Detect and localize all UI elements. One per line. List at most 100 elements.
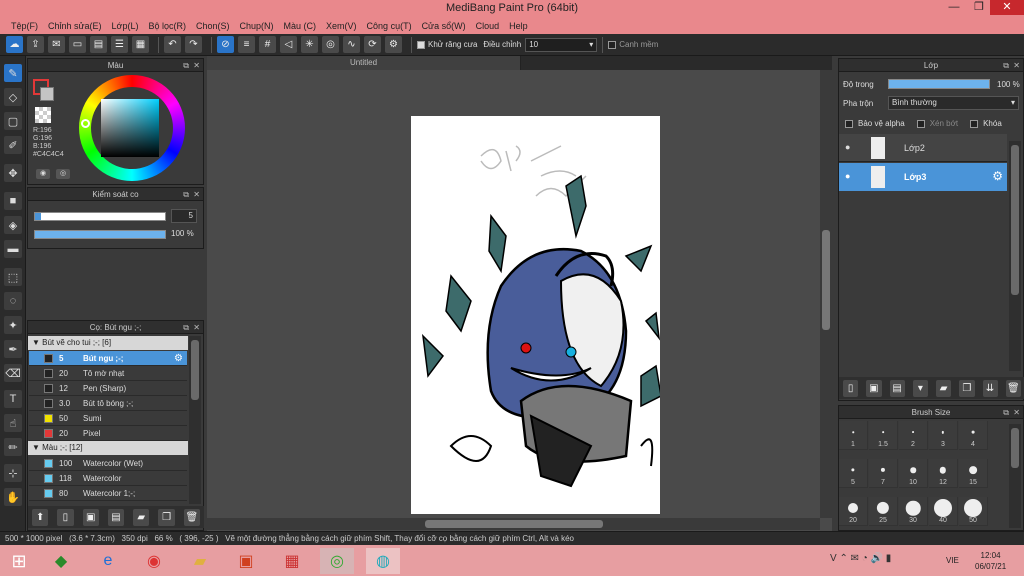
brush-item[interactable]: 118 Watercolor bbox=[29, 471, 187, 486]
comment-icon[interactable]: ✉ bbox=[48, 36, 65, 53]
menu-help[interactable]: Help bbox=[504, 21, 533, 31]
brush-size-preset[interactable]: 4 bbox=[959, 421, 988, 450]
brush-group-header[interactable]: ▼ Màu ;-; [12] bbox=[28, 441, 188, 455]
brush-item[interactable]: 5 Bút ngu ;-; ⚙ bbox=[29, 351, 187, 366]
cloud-icon[interactable]: ☁ bbox=[6, 36, 23, 53]
canvas-vertical-scrollbar[interactable] bbox=[820, 70, 832, 518]
hand-tool-icon[interactable]: ✋ bbox=[4, 488, 22, 506]
popout-icon[interactable]: ⧉ bbox=[1003, 59, 1009, 72]
menu-file[interactable]: Tệp(F) bbox=[6, 21, 43, 31]
circle-snap-icon[interactable]: ◎ bbox=[322, 36, 339, 53]
folder-icon[interactable]: ▰ bbox=[936, 379, 952, 397]
brush-size-preset[interactable]: 15 bbox=[959, 459, 988, 488]
brush-item[interactable]: 80 Watercolor 1;-; bbox=[29, 486, 187, 501]
text-tool-icon[interactable]: T bbox=[4, 390, 22, 408]
close-icon[interactable]: ✕ bbox=[1013, 59, 1020, 72]
medibang-icon[interactable]: ◍ bbox=[366, 548, 400, 574]
brush-size-value[interactable]: 5 bbox=[171, 209, 197, 223]
magic-wand-icon[interactable]: ✦ bbox=[4, 316, 22, 334]
pen-tool-icon[interactable]: ✐ bbox=[4, 136, 22, 154]
internet-explorer-icon[interactable]: e bbox=[91, 548, 125, 574]
canvas-horizontal-scrollbar[interactable] bbox=[207, 518, 820, 530]
color-wheel-icon[interactable]: ◉ bbox=[36, 169, 50, 179]
eye-icon[interactable]: ● bbox=[845, 142, 850, 152]
brush-size-preset[interactable]: 30 bbox=[899, 497, 928, 526]
menu-view[interactable]: Xem(V) bbox=[321, 21, 362, 31]
popout-icon[interactable]: ⧉ bbox=[183, 321, 189, 334]
bluestacks-icon[interactable]: ◆ bbox=[44, 548, 78, 574]
correction-select[interactable]: 10 ▾ bbox=[525, 37, 598, 52]
trash-icon[interactable]: 🗑 bbox=[183, 508, 200, 526]
brush-settings-icon[interactable]: ▤ bbox=[107, 508, 125, 526]
color-slider-icon[interactable]: ◎ bbox=[56, 169, 70, 179]
menu-tools[interactable]: Công cụ(T) bbox=[362, 21, 417, 31]
select-eraser-icon[interactable]: ⌫ bbox=[4, 364, 22, 382]
brush-size-preset[interactable]: 50 bbox=[959, 497, 988, 526]
popout-icon[interactable]: ⧉ bbox=[183, 188, 189, 201]
brush-item[interactable]: 3.0 Bút tô bóng ;-; bbox=[29, 396, 187, 411]
grid-snap-icon[interactable]: # bbox=[259, 36, 276, 53]
gear-icon[interactable]: ⚙ bbox=[992, 169, 1003, 183]
brush-item[interactable]: 50 Sumi bbox=[29, 411, 187, 426]
brush-size-preset[interactable]: 12 bbox=[929, 459, 958, 488]
document-tab[interactable]: Untitled bbox=[207, 56, 521, 70]
rotate-snap-icon[interactable]: ⟳ bbox=[364, 36, 381, 53]
chat-icon[interactable]: ▭ bbox=[69, 36, 86, 53]
add-layer-menu-icon[interactable]: ▾ bbox=[912, 379, 928, 397]
brush-opacity-slider[interactable] bbox=[34, 230, 166, 239]
add-brush-icon[interactable]: ▣ bbox=[82, 508, 99, 526]
brush-item[interactable]: 12 Pen (Sharp) bbox=[29, 381, 187, 396]
new-8bit-layer-icon[interactable]: ▤ bbox=[889, 379, 905, 397]
powerpoint-icon[interactable]: ▣ bbox=[229, 548, 263, 574]
clock[interactable]: 12:04 06/07/21 bbox=[975, 550, 1006, 572]
undo-icon[interactable]: ↶ bbox=[164, 36, 181, 53]
antialias-checkbox[interactable] bbox=[417, 40, 425, 49]
menu-edit[interactable]: Chỉnh sửa(E) bbox=[43, 21, 107, 31]
fill-rect-tool-icon[interactable]: ■ bbox=[4, 192, 22, 210]
hue-ring[interactable] bbox=[79, 75, 185, 181]
folder-icon[interactable]: ▰ bbox=[133, 508, 150, 526]
close-icon[interactable]: ✕ bbox=[193, 321, 200, 334]
canvas-paper[interactable] bbox=[411, 116, 662, 514]
popout-icon[interactable]: ⧉ bbox=[183, 59, 189, 72]
perspective-snap-icon[interactable]: ◁ bbox=[280, 36, 297, 53]
brush-size-preset[interactable]: 1.5 bbox=[869, 421, 898, 450]
new-brush-icon[interactable]: ▯ bbox=[57, 508, 74, 526]
app-grid-icon[interactable]: ▦ bbox=[275, 548, 309, 574]
eye-icon[interactable]: ● bbox=[845, 171, 850, 181]
brush-size-preset[interactable]: 3 bbox=[929, 421, 958, 450]
list-icon[interactable]: ☰ bbox=[111, 36, 128, 53]
close-icon[interactable]: ✕ bbox=[1013, 406, 1020, 419]
brush-size-preset[interactable]: 7 bbox=[869, 459, 898, 488]
no-snap-icon[interactable]: ⊘ bbox=[217, 36, 234, 53]
brush-size-slider[interactable] bbox=[34, 212, 166, 221]
lock-checkbox[interactable] bbox=[970, 119, 979, 128]
tray-icons[interactable]: V ⌃ ✉ ◔ 🔊 ▮ bbox=[830, 553, 891, 564]
layer-opacity-slider[interactable] bbox=[888, 79, 990, 89]
curve-snap-icon[interactable]: ∿ bbox=[343, 36, 360, 53]
maximize-button[interactable]: ❐ bbox=[965, 0, 993, 15]
brush-size-preset[interactable]: 5 bbox=[839, 459, 868, 488]
redo-icon[interactable]: ↷ bbox=[185, 36, 202, 53]
gradient-tool-icon[interactable]: ▬ bbox=[4, 240, 22, 258]
brush-size-preset[interactable]: 40 bbox=[929, 497, 958, 526]
upload-brush-icon[interactable]: ⬆ bbox=[32, 508, 49, 526]
menu-cloud[interactable]: Cloud bbox=[471, 21, 505, 31]
grid-icon[interactable]: ▦ bbox=[132, 36, 149, 53]
brush-item[interactable]: 20 Pixel bbox=[29, 426, 187, 441]
menu-snap[interactable]: Chup(N) bbox=[235, 21, 279, 31]
layers-scrollbar[interactable] bbox=[1009, 141, 1021, 371]
menu-layer[interactable]: Lớp(L) bbox=[107, 21, 144, 31]
minimize-button[interactable]: — bbox=[940, 0, 968, 15]
menu-filter[interactable]: Bộ lọc(R) bbox=[143, 21, 191, 31]
saturation-value-box[interactable] bbox=[101, 99, 159, 157]
transparent-swatch[interactable] bbox=[35, 107, 51, 123]
file-explorer-icon[interactable]: ▰ bbox=[183, 548, 217, 574]
document-icon[interactable]: ▤ bbox=[90, 36, 107, 53]
move-tool-icon[interactable]: ✥ bbox=[4, 164, 22, 182]
brush-size-preset[interactable]: 2 bbox=[899, 421, 928, 450]
menu-window[interactable]: Cửa sổ(W) bbox=[417, 21, 471, 31]
rectangle-tool-icon[interactable]: ▢ bbox=[4, 112, 22, 130]
layer-row-layer2[interactable]: ● Lớp2 bbox=[839, 134, 1007, 162]
share-icon[interactable]: ⇪ bbox=[27, 36, 44, 53]
